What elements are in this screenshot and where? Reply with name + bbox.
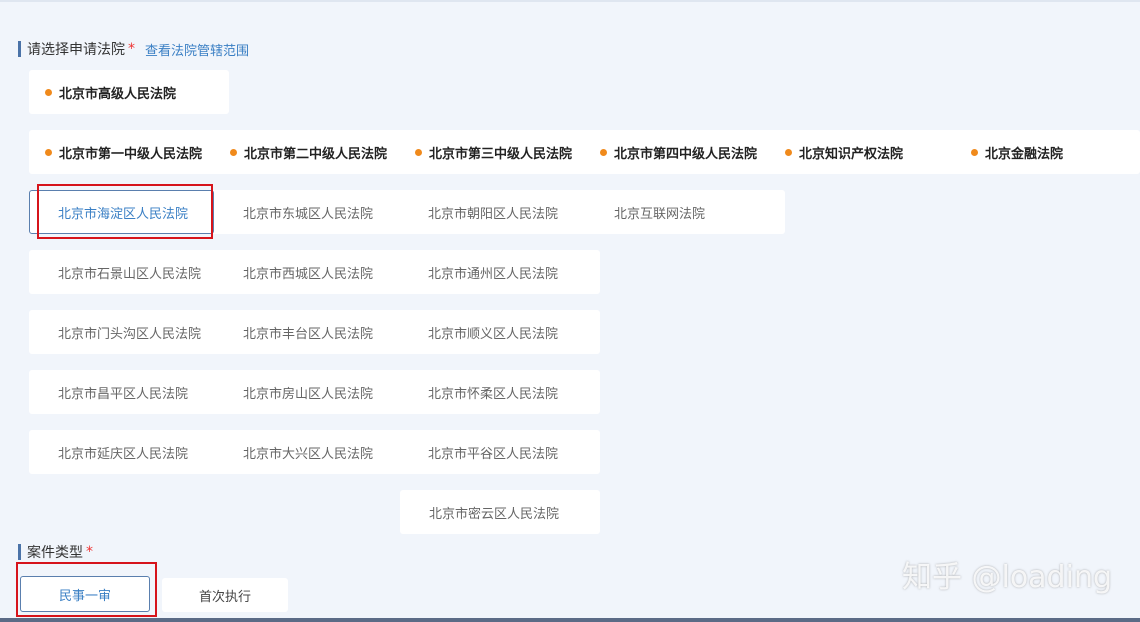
required-mark: * bbox=[128, 41, 135, 57]
court-option-ip-court[interactable]: 北京知识产权法院 bbox=[785, 130, 903, 174]
required-mark: * bbox=[86, 544, 93, 560]
top-divider bbox=[0, 0, 1140, 2]
court-option-label: 北京知识产权法院 bbox=[799, 146, 904, 162]
orange-dot-icon bbox=[45, 148, 52, 156]
court-option-financial-court[interactable]: 北京金融法院 bbox=[971, 130, 1063, 174]
orange-dot-icon bbox=[415, 148, 422, 156]
court-option-internet[interactable]: 北京互联网法院 bbox=[614, 190, 705, 234]
court-option-pinggu[interactable]: 北京市平谷区人民法院 bbox=[428, 430, 558, 474]
district-row-3: 北京市门头沟区人民法院 北京市丰台区人民法院 北京市顺义区人民法院 bbox=[29, 310, 600, 354]
court-option-fangshan[interactable]: 北京市房山区人民法院 bbox=[243, 370, 373, 414]
court-option-fengtai[interactable]: 北京市丰台区人民法院 bbox=[243, 310, 373, 354]
orange-dot-icon bbox=[230, 148, 237, 156]
district-row-5: 北京市延庆区人民法院 北京市大兴区人民法院 北京市平谷区人民法院 bbox=[29, 430, 600, 474]
court-option-label: 北京市第三中级人民法院 bbox=[429, 146, 573, 162]
court-option-huairou[interactable]: 北京市怀柔区人民法院 bbox=[428, 370, 558, 414]
orange-dot-icon bbox=[600, 148, 607, 156]
court-option-label: 北京市第四中级人民法院 bbox=[614, 146, 758, 162]
court-option-intermediate-1[interactable]: 北京市第一中级人民法院 bbox=[45, 130, 202, 174]
orange-dot-icon bbox=[45, 88, 52, 96]
court-option-daxing[interactable]: 北京市大兴区人民法院 bbox=[243, 430, 373, 474]
case-section-title: 案件类型 bbox=[27, 545, 83, 561]
court-option-changping[interactable]: 北京市昌平区人民法院 bbox=[58, 370, 188, 414]
court-option-mentougou[interactable]: 北京市门头沟区人民法院 bbox=[58, 310, 201, 354]
court-option-haidian[interactable]: 北京市海淀区人民法院 bbox=[58, 190, 188, 234]
court-option-miyun[interactable]: 北京市密云区人民法院 bbox=[429, 490, 559, 534]
district-row-1: 北京市海淀区人民法院 北京市东城区人民法院 北京市朝阳区人民法院 北京互联网法院 bbox=[29, 190, 785, 234]
orange-dot-icon bbox=[785, 148, 792, 156]
court-section-title: 请选择申请法院 bbox=[27, 42, 125, 58]
court-option-yanqing[interactable]: 北京市延庆区人民法院 bbox=[58, 430, 188, 474]
court-option-label: 北京市第二中级人民法院 bbox=[244, 146, 388, 162]
orange-dot-icon bbox=[971, 148, 978, 156]
court-option-intermediate-2[interactable]: 北京市第二中级人民法院 bbox=[230, 130, 387, 174]
court-option-dongcheng[interactable]: 北京市东城区人民法院 bbox=[243, 190, 373, 234]
court-option-xicheng[interactable]: 北京市西城区人民法院 bbox=[243, 250, 373, 294]
intermediate-courts-row: 北京市第一中级人民法院 北京市第二中级人民法院 北京市第三中级人民法院 北京市第… bbox=[29, 130, 1140, 174]
case-type-first-execution[interactable]: 首次执行 bbox=[162, 578, 288, 612]
district-row-4: 北京市昌平区人民法院 北京市房山区人民法院 北京市怀柔区人民法院 bbox=[29, 370, 600, 414]
court-option-chaoyang[interactable]: 北京市朝阳区人民法院 bbox=[428, 190, 558, 234]
court-option-shijingshan[interactable]: 北京市石景山区人民法院 bbox=[58, 250, 201, 294]
high-court-row: 北京市高级人民法院 bbox=[29, 70, 229, 114]
section-marker bbox=[18, 41, 21, 57]
court-section-header: 请选择申请法院 * 查看法院管辖范围 bbox=[18, 39, 249, 59]
court-option-intermediate-4[interactable]: 北京市第四中级人民法院 bbox=[600, 130, 757, 174]
district-row-6: 北京市密云区人民法院 bbox=[400, 490, 600, 534]
court-option-label: 北京市第一中级人民法院 bbox=[59, 146, 203, 162]
watermark: 知乎 @loading bbox=[901, 560, 1112, 595]
court-option-tongzhou[interactable]: 北京市通州区人民法院 bbox=[428, 250, 558, 294]
court-option-shunyi[interactable]: 北京市顺义区人民法院 bbox=[428, 310, 558, 354]
court-option-label: 北京金融法院 bbox=[985, 146, 1064, 162]
case-section-header: 案件类型 * bbox=[18, 542, 93, 562]
view-scope-link[interactable]: 查看法院管辖范围 bbox=[145, 40, 249, 59]
bottom-bar bbox=[0, 618, 1140, 622]
case-type-civil-first-instance[interactable]: 民事一审 bbox=[20, 576, 150, 612]
district-row-2: 北京市石景山区人民法院 北京市西城区人民法院 北京市通州区人民法院 bbox=[29, 250, 600, 294]
court-option-label: 北京市高级人民法院 bbox=[59, 86, 177, 102]
court-option-high[interactable]: 北京市高级人民法院 bbox=[45, 70, 176, 114]
court-option-intermediate-3[interactable]: 北京市第三中级人民法院 bbox=[415, 130, 572, 174]
section-marker bbox=[18, 544, 21, 560]
